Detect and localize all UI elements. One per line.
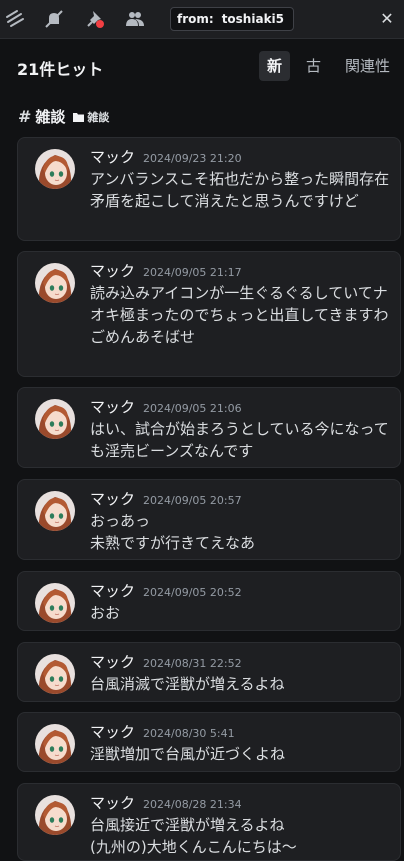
message-content: アンバランスこそ拓也だから整った瞬間存在矛盾を起こして消えたと思うんですけど xyxy=(90,170,390,210)
timestamp: 2024/08/31 22:52 xyxy=(143,657,242,670)
author-name[interactable]: マック xyxy=(90,721,135,742)
avatar[interactable] xyxy=(35,263,75,303)
timestamp: 2024/09/05 20:52 xyxy=(143,586,242,599)
message-content: おっあっ 未熟ですが行きてえなあ xyxy=(90,512,256,552)
category-name: 雑談 xyxy=(87,110,110,124)
message-content: おお xyxy=(90,604,121,622)
search-result-card[interactable]: マック 2024/09/05 21:06 はい、試合が始まろうとしている今になって… xyxy=(17,387,401,468)
avatar[interactable] xyxy=(35,149,75,189)
channel-name: 雑談 xyxy=(35,108,66,126)
avatar[interactable] xyxy=(35,654,75,694)
avatar[interactable] xyxy=(35,399,75,439)
avatar[interactable] xyxy=(35,491,75,531)
hit-count: 21件ヒット xyxy=(17,60,104,79)
timestamp: 2024/09/05 20:57 xyxy=(143,494,242,507)
filter-key: from: xyxy=(177,12,214,26)
author-name[interactable]: マック xyxy=(90,580,135,601)
author-name[interactable]: マック xyxy=(90,792,135,813)
search-result-card[interactable]: マック 2024/09/05 20:52 おお xyxy=(17,571,401,631)
message-content: 台風消滅で淫獣が増えるよね xyxy=(90,675,285,693)
mute-bell-icon[interactable] xyxy=(43,8,65,30)
author-name[interactable]: マック xyxy=(90,396,135,417)
timestamp: 2024/08/28 21:34 xyxy=(143,798,242,811)
avatar[interactable] xyxy=(35,583,75,623)
author-name[interactable]: マック xyxy=(90,260,135,281)
pin-icon[interactable] xyxy=(84,8,106,30)
search-result-card[interactable]: マック 2024/08/30 5:41 淫獣増加で台風が近づくよね xyxy=(17,712,401,772)
timestamp: 2024/09/05 21:17 xyxy=(143,266,242,279)
results-header: 21件ヒット 新 古 関連性 xyxy=(0,39,404,91)
search-result-card[interactable]: マック 2024/08/31 22:52 台風消滅で淫獣が増えるよね xyxy=(17,642,401,702)
timestamp: 2024/09/23 21:20 xyxy=(143,152,242,165)
timestamp: 2024/08/30 5:41 xyxy=(143,727,235,740)
sort-tab-relevance[interactable]: 関連性 xyxy=(337,51,398,81)
threads-icon[interactable] xyxy=(4,8,26,30)
sort-tab-oldest[interactable]: 古 xyxy=(298,51,329,81)
channel-toolbar: from: toshiaki5 ✕ xyxy=(0,0,404,39)
search-result-card[interactable]: マック 2024/08/28 21:34 台風接近で淫獣が増えるよね (九州の)大… xyxy=(17,783,401,861)
search-bar[interactable]: from: toshiaki5 ✕ xyxy=(164,4,404,34)
message-content: はい、試合が始まろうとしている今になっても淫売ビーンズなんです xyxy=(90,420,389,460)
sort-tab-newest[interactable]: 新 xyxy=(258,51,290,81)
author-name[interactable]: マック xyxy=(90,488,135,509)
search-result-card[interactable]: マック 2024/09/05 20:57 おっあっ 未熟ですが行きてえなあ xyxy=(17,479,401,560)
avatar[interactable] xyxy=(35,724,75,764)
folder-icon xyxy=(73,112,85,122)
author-name[interactable]: マック xyxy=(90,146,135,167)
clear-search-button[interactable]: ✕ xyxy=(376,7,398,31)
author-name[interactable]: マック xyxy=(90,651,135,672)
filter-value: toshiaki5 xyxy=(221,12,285,26)
message-content: 淫獣増加で台風が近づくよね xyxy=(90,745,286,763)
channel-heading[interactable]: # 雑談 雑談 xyxy=(18,106,109,127)
avatar[interactable] xyxy=(35,795,75,835)
search-result-card[interactable]: マック 2024/09/05 21:17 読み込みアイコンが一生ぐるぐるしていてナ… xyxy=(17,251,401,377)
message-content: 読み込みアイコンが一生ぐるぐるしていてナオキ極まったのでちょっと出直してきますわ… xyxy=(90,284,389,346)
search-result-card[interactable]: マック 2024/09/23 21:20 アンバランスこそ拓也だから整った瞬間存在… xyxy=(17,137,401,241)
search-filter-chip[interactable]: from: toshiaki5 xyxy=(170,7,294,31)
hash-icon: # xyxy=(18,107,32,126)
sort-tabs: 新 古 関連性 xyxy=(258,51,398,81)
members-icon[interactable] xyxy=(124,8,146,30)
message-content: 台風接近で淫獣が増えるよね (九州の)大地くんこんにちは〜 xyxy=(90,816,297,856)
timestamp: 2024/09/05 21:06 xyxy=(143,402,242,415)
